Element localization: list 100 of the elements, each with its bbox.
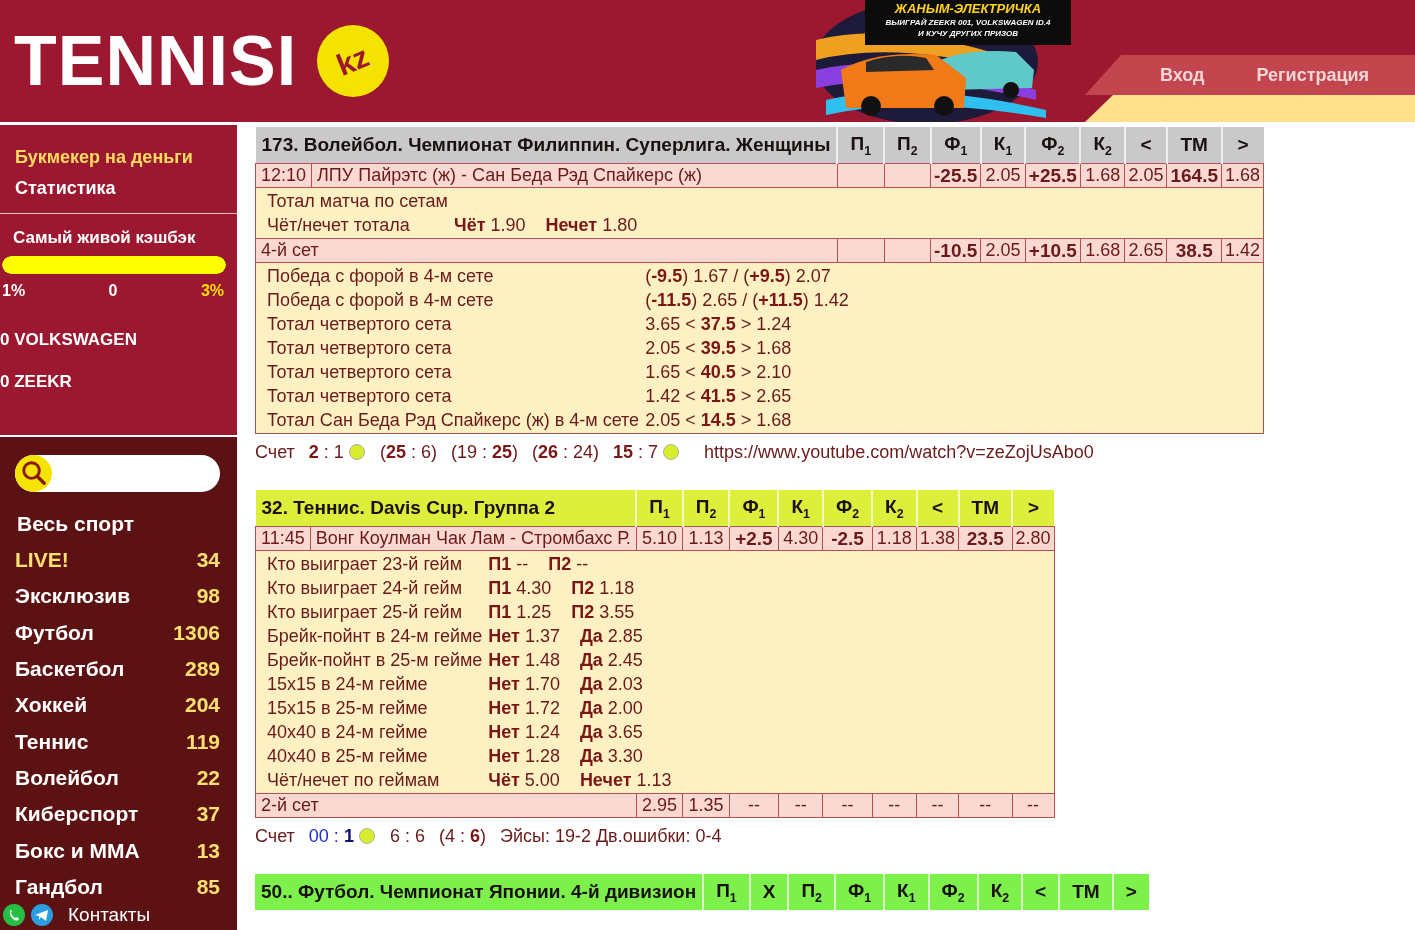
market-label: Победа с форой в 4-м сете xyxy=(267,289,495,312)
market-odds[interactable]: Да 3.30 xyxy=(580,744,643,768)
score-text: (26 : 24) xyxy=(532,441,600,463)
odds-cell[interactable]: 2.80 xyxy=(1012,526,1055,551)
odds-cell[interactable]: 164.5 xyxy=(1166,163,1222,188)
odds-cell[interactable]: -2.5 xyxy=(822,526,873,551)
search-icon[interactable] xyxy=(15,455,52,492)
column-header: К$_{1}$ xyxy=(980,127,1026,164)
odds-cell[interactable]: 4.30 xyxy=(778,526,823,551)
odds-cell[interactable]: 2.05 xyxy=(1124,163,1167,188)
odds-cell[interactable]: 1.18 xyxy=(872,526,917,551)
region-badge: kz xyxy=(317,25,390,97)
contacts-link[interactable]: Контакты xyxy=(68,903,151,926)
market-odds[interactable]: Да 3.65 xyxy=(580,720,643,744)
sidebar-link[interactable]: Статистика xyxy=(15,178,222,199)
odds-cell[interactable]: 5.10 xyxy=(636,526,683,551)
market-odds[interactable]: Нечет 1.13 xyxy=(579,768,672,792)
market-odds[interactable]: П2 3.55 xyxy=(571,600,635,624)
logo-text[interactable]: TENNISI xyxy=(14,26,298,96)
odds-cell[interactable]: 1.68 xyxy=(1221,163,1264,188)
column-header: Ф$_{2}$ xyxy=(1025,127,1081,164)
column-header: > xyxy=(1221,127,1264,164)
league-title[interactable]: 173. Волейбол. Чемпионат Филиппин. Суперлига. Женщины xyxy=(255,127,838,164)
chat-bubble-icon[interactable] xyxy=(2,902,26,927)
market-odds[interactable]: Да 2.45 xyxy=(580,648,643,672)
market-odds[interactable]: Нет 1.28 xyxy=(488,744,560,768)
score-text: 15 : 7 xyxy=(613,441,659,463)
market-odds[interactable]: Да 2.03 xyxy=(580,672,643,696)
market-odds[interactable]: Да 2.00 xyxy=(580,696,643,720)
market-label: Тотал четвертого сета xyxy=(267,385,453,408)
odds-cell[interactable]: -25.5 xyxy=(930,163,981,188)
league-title[interactable]: 32. Теннис. Davis Cup. Группа 2 xyxy=(255,490,637,527)
market-odds[interactable]: 1.42 < 41.5 > 2.65 xyxy=(645,384,792,408)
market-odds[interactable]: 2.05 < 39.5 > 1.68 xyxy=(645,336,792,360)
ball-icon xyxy=(662,443,681,461)
search-field[interactable] xyxy=(15,455,220,492)
market-odds[interactable]: П2 1.18 xyxy=(571,576,635,600)
market-odds[interactable]: (-11.5) 2.65 / (+11.5) 1.42 xyxy=(645,288,849,312)
video-link[interactable]: https://www.youtube.com/watch?v=zeZojUsAbo0 xyxy=(704,441,1094,463)
prize-count: 0 ZEEKR xyxy=(0,372,73,392)
column-header: < xyxy=(1022,874,1060,910)
match-name[interactable]: 4-й сет xyxy=(256,240,324,261)
match-name[interactable]: 2-й сет xyxy=(256,795,324,816)
market-odds[interactable]: П2 -- xyxy=(548,552,589,576)
market-odds[interactable]: 2.05 < 14.5 > 1.68 xyxy=(645,408,792,432)
market-odds[interactable]: Нет 1.70 xyxy=(488,672,560,696)
sport-item[interactable]: Футбол 1306 xyxy=(15,614,220,651)
market-odds[interactable]: Нет 1.24 xyxy=(488,720,560,744)
market-odds[interactable]: Нет 1.72 xyxy=(488,696,560,720)
sport-item[interactable]: Эксклюзив 98 xyxy=(15,578,220,615)
market-odds[interactable]: (-9.5) 1.67 / (+9.5) 2.07 xyxy=(645,264,831,288)
market-label: Кто выиграет 24-й гейм xyxy=(267,577,464,600)
league-title[interactable]: 50.. Футбол. Чемпионат Японии. 4-й дивизион xyxy=(255,874,704,910)
nav-link[interactable]: Регистрация xyxy=(1256,64,1370,86)
column-header: ТМ xyxy=(958,490,1012,527)
market-odds[interactable]: 3.65 < 37.5 > 1.24 xyxy=(645,312,792,336)
promo-text: И КУЧУ ДРУГИХ ПРИЗОВ xyxy=(918,28,1018,39)
score-text: 2 : 1 xyxy=(308,441,344,463)
column-header: Ф$_{2}$ xyxy=(928,874,978,910)
market-odds[interactable]: Нечет 1.80 xyxy=(545,213,638,237)
sport-item[interactable]: LIVE! 34 xyxy=(15,542,220,579)
market-odds[interactable]: П1 1.25 xyxy=(488,600,552,624)
odds-cell[interactable]: 1.13 xyxy=(682,526,730,551)
odds-cell[interactable]: +25.5 xyxy=(1025,163,1081,188)
odds-cell[interactable]: 1.38 xyxy=(916,526,959,551)
all-sports-link[interactable]: Весь спорт xyxy=(17,512,220,536)
sport-item[interactable]: Гандбол 85 xyxy=(15,868,220,905)
prize-count: 0 VOLKSWAGEN xyxy=(0,330,138,350)
odds-cell[interactable]: +2.5 xyxy=(729,526,779,551)
odds-cell[interactable]: 23.5 xyxy=(958,526,1012,551)
market-label: Победа с форой в 4-м сете xyxy=(267,265,495,288)
market-odds[interactable]: Нет 1.48 xyxy=(488,648,560,672)
market-odds[interactable]: Чёт 1.90 xyxy=(454,213,526,237)
market-odds[interactable]: П1 -- xyxy=(488,552,529,576)
score-text: (25 : 6) xyxy=(379,441,437,463)
market-odds[interactable]: П1 4.30 xyxy=(488,576,552,600)
match-name[interactable]: Вонг Коулман Чак Лам - Стромбахс Р. xyxy=(310,528,636,549)
market-odds[interactable]: 1.65 < 40.5 > 2.10 xyxy=(645,360,792,384)
column-header: ТМ xyxy=(1166,127,1222,164)
promo-label[interactable]: ЖАНЫМ-ЭЛЕКТРИЧКА ВЫИГРАЙ ZEEKR 001, VOLKSWAGEN ID.4 И КУЧУ ДРУГИХ ПРИЗОВ xyxy=(865,0,1071,45)
nav-link[interactable]: Вход xyxy=(1160,64,1205,86)
market-label: Тотал матча по сетам xyxy=(267,190,448,213)
sidebar-link[interactable]: Букмекер на деньги xyxy=(15,147,222,168)
match-name[interactable]: ЛПУ Пайрэтс (ж) - Сан Беда Рэд Спайкерс (ж) xyxy=(312,165,708,186)
sport-item[interactable]: Хоккей 204 xyxy=(15,687,220,724)
market-odds[interactable]: Чёт 5.00 xyxy=(488,768,560,792)
sport-item[interactable]: Баскетбол 289 xyxy=(15,650,220,688)
odds-cell[interactable]: 1.68 xyxy=(1080,163,1125,188)
odds-cell[interactable]: 2.05 xyxy=(980,163,1026,188)
column-header: < xyxy=(1124,127,1167,164)
paper-plane-icon[interactable] xyxy=(30,902,54,927)
column-header: П$_{2}$ xyxy=(682,490,730,527)
sport-item[interactable]: Киберспорт 37 xyxy=(15,796,220,833)
column-header: Х xyxy=(749,874,789,910)
sport-item[interactable]: Бокс и MMA 13 xyxy=(15,832,220,869)
sport-item[interactable]: Теннис 119 xyxy=(15,723,220,760)
cashback-mark: 1% xyxy=(2,282,26,300)
sport-item[interactable]: Волейбол 22 xyxy=(15,759,220,797)
market-odds[interactable]: Да 2.85 xyxy=(580,624,643,648)
market-odds[interactable]: Нет 1.37 xyxy=(488,624,560,648)
